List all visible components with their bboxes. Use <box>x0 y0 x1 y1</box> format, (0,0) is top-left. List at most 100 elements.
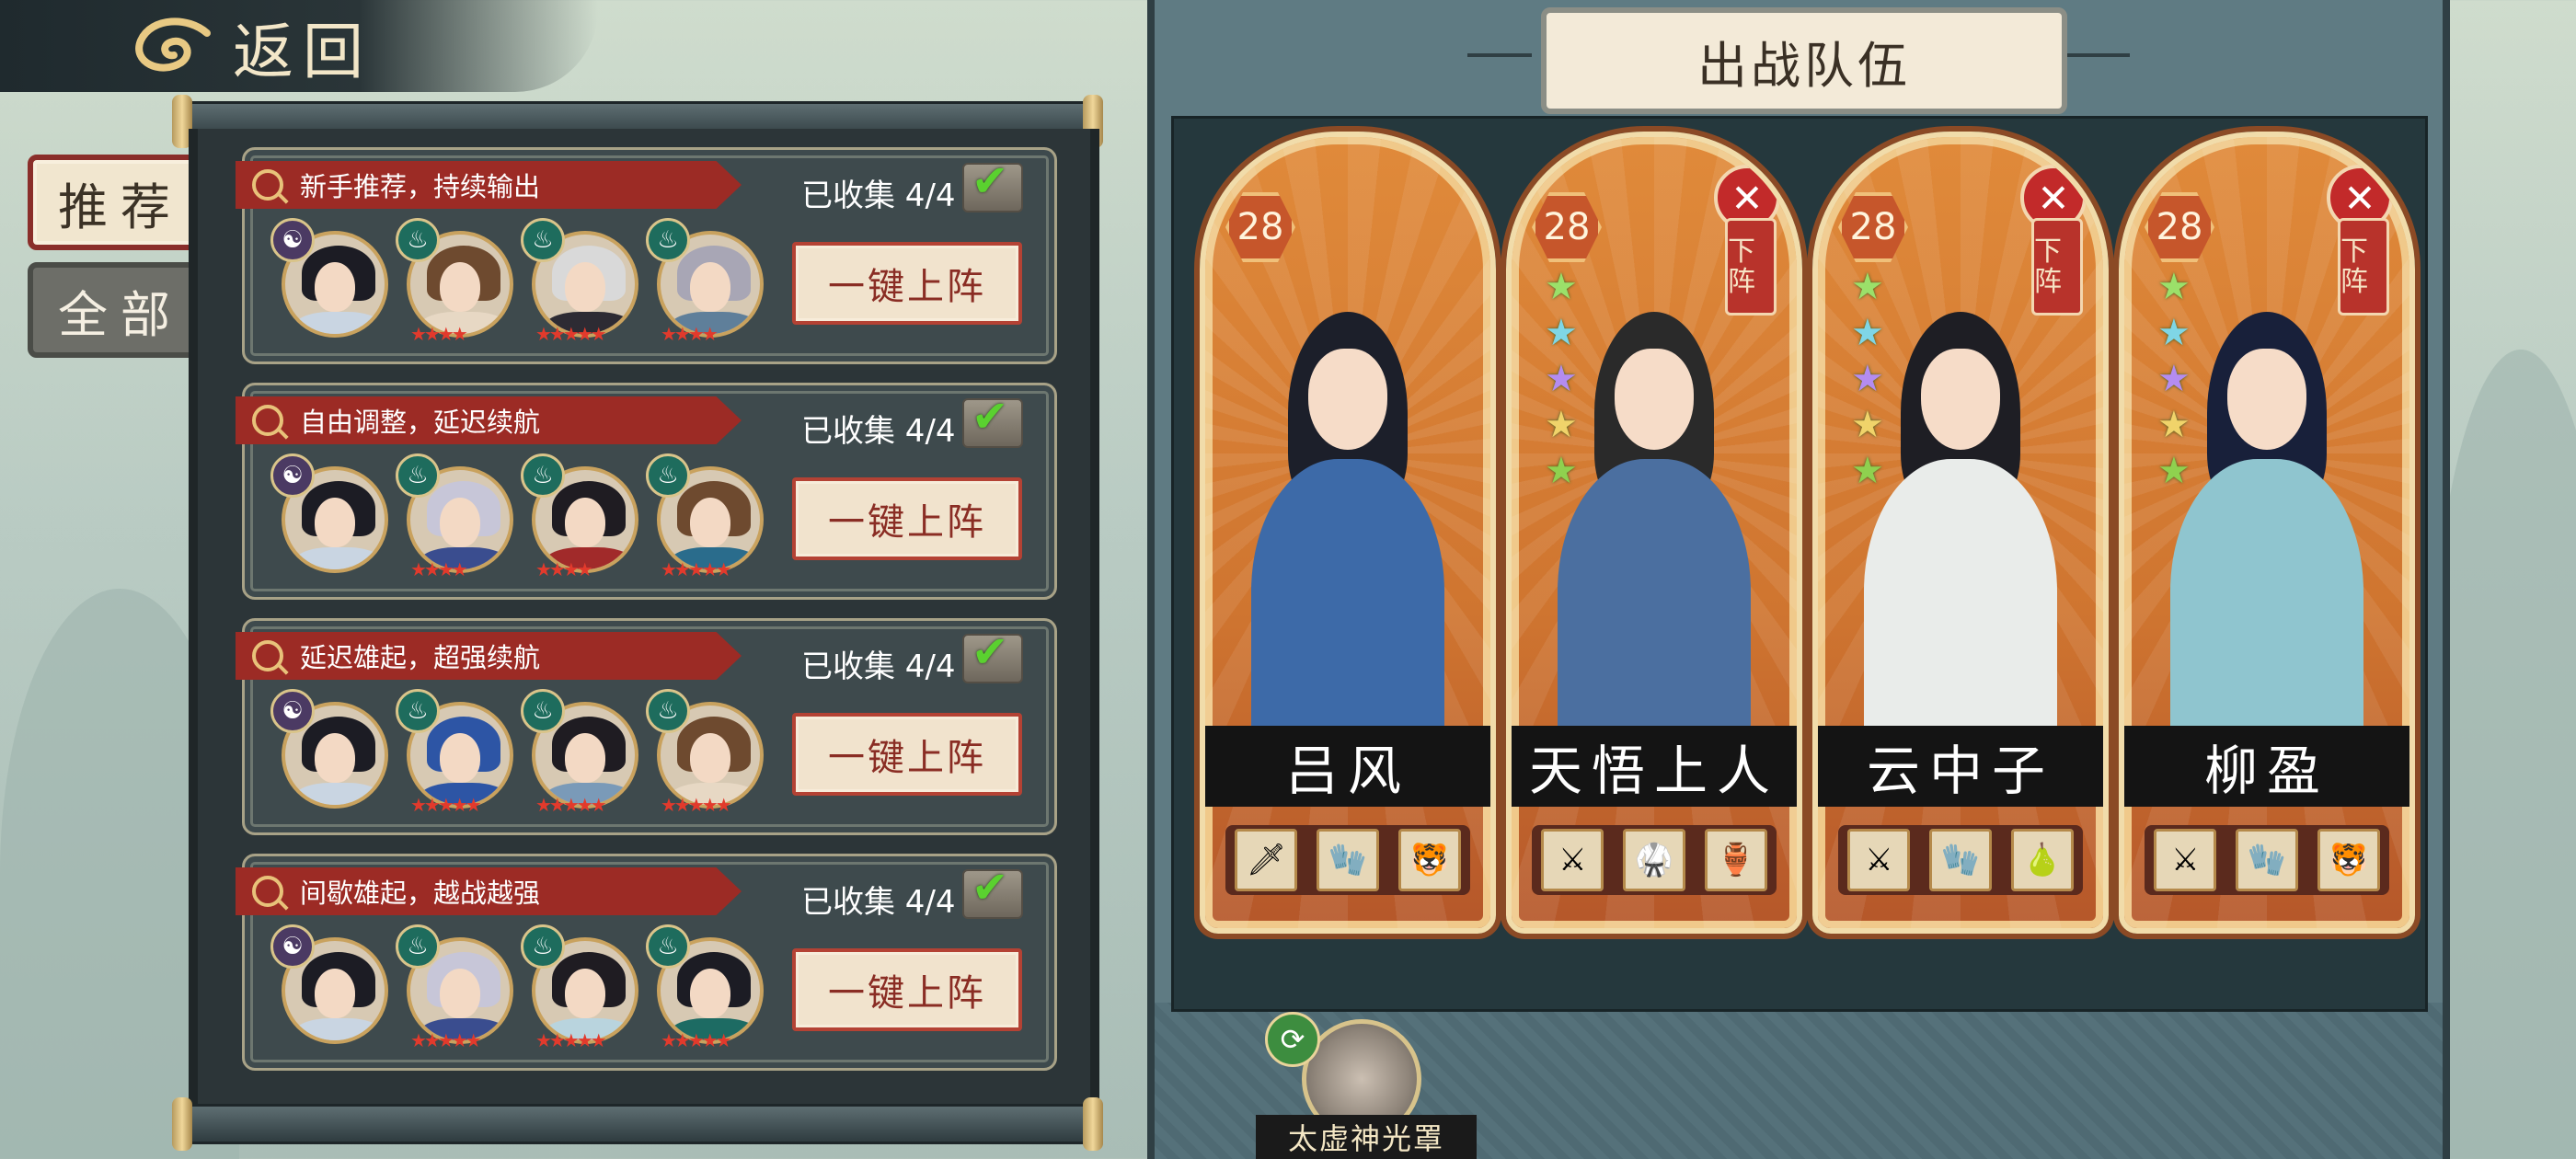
cloud-swirl-icon <box>135 17 211 72</box>
yin-yang-icon: ☯ <box>270 924 315 969</box>
hero-portrait <box>1558 275 1751 753</box>
team-banner: 自由调整，延迟续航 <box>236 396 742 444</box>
back-button[interactable]: 返回 <box>124 6 373 88</box>
hero-card[interactable]: 28 云中子 ⚔ 🧤 🍐 ✕ 下阵 ★ ★ ★ ★ ★ <box>1812 132 2109 934</box>
star-icon: ★ <box>1851 358 1884 400</box>
wood-element-icon: ♨ <box>646 453 690 498</box>
wood-element-icon: ♨ <box>646 218 690 262</box>
team-list[interactable]: 新手推荐，持续输出 已收集 4/4 ✔ 一键上阵 ☯ ♨ ★★★★ ♨ ★★★★★ ♨ ★★… <box>189 129 1099 1104</box>
checkmark-icon: ✔ <box>972 391 1009 442</box>
checkmark-icon: ✔ <box>972 862 1009 913</box>
hero-stars: ★★★★ <box>661 323 719 345</box>
star-icon: ★ <box>1851 404 1884 446</box>
back-label: 返回 <box>233 17 373 87</box>
hero-stars: ★★★★★ <box>661 558 732 580</box>
gauntlet-icon[interactable]: 🧤 <box>2235 829 2298 891</box>
star-icon: ★ <box>2157 266 2191 308</box>
hero-card[interactable]: 28 柳盈 ⚔ 🧤 🐯 ✕ 下阵 ★ ★ ★ ★ ★ <box>2119 132 2415 934</box>
star-icon: ★ <box>1545 404 1578 446</box>
hero-card[interactable]: 28 吕风 🗡 🧤 🐯 <box>1200 132 1496 934</box>
team-title: 延迟雄起，超强续航 <box>300 642 541 673</box>
star-icon: ★ <box>2157 358 2191 400</box>
team-card: 新手推荐，持续输出 已收集 4/4 ✔ 一键上阵 ☯ ♨ ★★★★ ♨ ★★★★★ ♨ ★★… <box>236 147 1057 364</box>
title-ornament <box>2065 53 2130 57</box>
remove-tag[interactable]: 下阵 <box>1725 218 1777 316</box>
star-icon: ★ <box>1851 312 1884 354</box>
armor-icon[interactable]: 🥋 <box>1622 829 1685 891</box>
blade-icon[interactable]: ⚔ <box>1847 829 1911 891</box>
hero-stars: ★★★★ <box>535 558 593 580</box>
star-icon: ★ <box>2157 404 2191 446</box>
collected-count: 已收集 4/4 <box>801 413 956 450</box>
team-title: 自由调整，延迟续航 <box>300 407 541 438</box>
team-banner: 新手推荐，持续输出 <box>236 161 742 209</box>
wood-element-icon: ♨ <box>396 218 440 262</box>
wood-element-icon: ♨ <box>521 924 565 969</box>
wood-element-icon: ♨ <box>396 689 440 733</box>
sword-icon[interactable]: 🗡 <box>1235 829 1298 891</box>
battle-panel: 出战队伍 28 吕风 🗡 🧤 🐯 28 天悟上人 ⚔ 🥋 🏺 ✕ 下阵 ★ ★ ★ ★ ★ 28 云… <box>1147 0 2450 1159</box>
hero-portrait <box>1864 275 2057 753</box>
wood-element-icon: ♨ <box>396 924 440 969</box>
hero-card[interactable]: 28 天悟上人 ⚔ 🥋 🏺 ✕ 下阵 ★ ★ ★ ★ ★ <box>1506 132 1802 934</box>
hero-stars: ★★★★★ <box>1851 266 1884 492</box>
magnifier-icon[interactable] <box>252 405 283 436</box>
gauntlet-icon[interactable]: 🧤 <box>1316 829 1379 891</box>
artifact-name: 太虚神光罩 <box>1256 1115 1477 1159</box>
magnifier-icon[interactable] <box>252 876 283 907</box>
title-ornament <box>1467 53 1532 57</box>
magnifier-icon[interactable] <box>252 169 283 201</box>
scroll-bottom-rod <box>172 1097 1103 1151</box>
wood-element-icon: ♨ <box>521 689 565 733</box>
blade-icon[interactable]: ⚔ <box>2154 829 2217 891</box>
vase-icon[interactable]: 🏺 <box>1704 829 1767 891</box>
hero-stars: ★★★★★ <box>410 1029 482 1051</box>
hero-name: 云中子 <box>1818 726 2103 807</box>
one-click-deploy-button[interactable]: 一键上阵 <box>792 713 1022 796</box>
team-card: 自由调整，延迟续航 已收集 4/4 ✔ 一键上阵 ☯ ♨ ★★★★ ♨ ★★★★ ♨ ★★★… <box>236 383 1057 600</box>
hero-stars: ★★★★★ <box>661 1029 732 1051</box>
hero-stars: ★★★★ <box>410 323 468 345</box>
star-icon: ★ <box>1545 358 1578 400</box>
one-click-deploy-button[interactable]: 一键上阵 <box>792 477 1022 560</box>
hero-stars: ★★★★★ <box>1545 266 1578 492</box>
wood-element-icon: ♨ <box>396 453 440 498</box>
team-banner: 延迟雄起，超强续航 <box>236 632 742 680</box>
remove-tag[interactable]: 下阵 <box>2031 218 2083 316</box>
hero-stars: ★★★★★ <box>410 794 482 816</box>
gourd-icon[interactable]: 🍐 <box>2010 829 2074 891</box>
star-icon: ★ <box>1851 266 1884 308</box>
hero-portrait <box>1251 275 1444 753</box>
magnifier-icon[interactable] <box>252 640 283 671</box>
hero-stars: ★★★★ <box>410 558 468 580</box>
blade-icon[interactable]: ⚔ <box>1541 829 1604 891</box>
refresh-icon[interactable]: ⟳ <box>1265 1012 1320 1067</box>
hero-stars: ★★★★★ <box>661 794 732 816</box>
hero-stars: ★★★★★ <box>535 323 607 345</box>
hero-portrait <box>2170 275 2363 753</box>
equipment-row: ⚔ 🧤 🐯 <box>2145 825 2389 895</box>
tiger-icon[interactable]: 🐯 <box>1397 829 1461 891</box>
tab-recommended[interactable]: 推荐 <box>28 155 213 250</box>
equipment-row: ⚔ 🧤 🍐 <box>1838 825 2083 895</box>
team-title: 间歇雄起，越战越强 <box>300 878 541 909</box>
hero-stars: ★★★★★ <box>535 1029 607 1051</box>
team-card: 间歇雄起，越战越强 已收集 4/4 ✔ 一键上阵 ☯ ♨ ★★★★★ ♨ ★★★★★ ♨ ★… <box>236 854 1057 1071</box>
checkmark-icon: ✔ <box>972 155 1009 207</box>
one-click-deploy-button[interactable]: 一键上阵 <box>792 948 1022 1031</box>
hero-name: 吕风 <box>1205 726 1490 807</box>
yin-yang-icon: ☯ <box>270 689 315 733</box>
tab-all[interactable]: 全部 <box>28 262 213 358</box>
hero-stars: ★★★★★ <box>2157 266 2191 492</box>
remove-tag-text: 下阵 <box>2034 235 2062 298</box>
star-icon: ★ <box>2157 312 2191 354</box>
team-banner: 间歇雄起，越战越强 <box>236 867 742 915</box>
checkmark-icon: ✔ <box>972 626 1009 678</box>
team-card: 延迟雄起，超强续航 已收集 4/4 ✔ 一键上阵 ☯ ♨ ★★★★★ ♨ ★★★★★ ♨ ★… <box>236 618 1057 835</box>
gauntlet-icon[interactable]: 🧤 <box>1928 829 1992 891</box>
remove-tag[interactable]: 下阵 <box>2338 218 2389 316</box>
hero-name: 柳盈 <box>2124 726 2409 807</box>
tiger-icon[interactable]: 🐯 <box>2317 829 2380 891</box>
remove-tag-text: 下阵 <box>2340 235 2368 298</box>
one-click-deploy-button[interactable]: 一键上阵 <box>792 242 1022 325</box>
